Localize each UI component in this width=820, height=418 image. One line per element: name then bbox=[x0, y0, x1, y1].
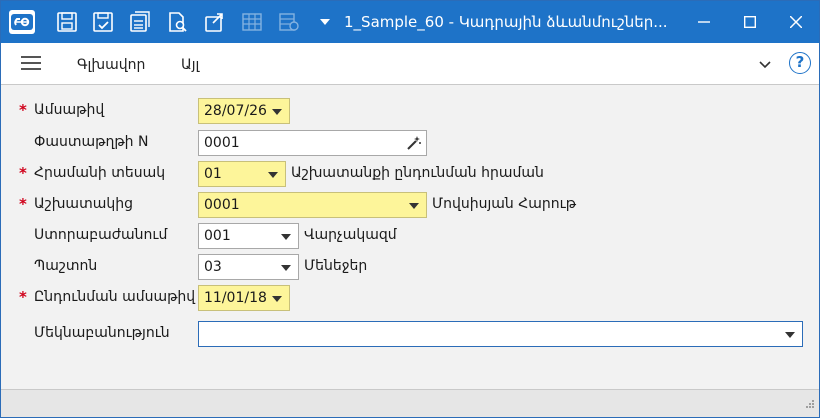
title-bar: 1_Sample_60 - Կադրային ձևանմուշներ... bbox=[1, 1, 819, 43]
resize-grip-icon[interactable] bbox=[805, 397, 815, 413]
employee-value: 0001 bbox=[204, 197, 240, 213]
hire-date-value: 11/01/18 bbox=[204, 290, 267, 306]
position-name: Մենեջեր bbox=[304, 258, 368, 274]
document-number-label: Փաստաթղթի N bbox=[34, 134, 149, 150]
help-icon[interactable]: ? bbox=[789, 52, 811, 74]
save-check-icon[interactable] bbox=[91, 11, 115, 33]
dropdown-arrow-icon[interactable] bbox=[785, 332, 795, 338]
form-row-date: * Ամսաթիվ 28/07/26 bbox=[1, 98, 819, 124]
position-field[interactable]: 03 bbox=[198, 254, 299, 280]
quick-access-dropdown-icon[interactable] bbox=[319, 16, 331, 28]
department-value: 001 bbox=[204, 228, 231, 244]
form-row-comment: Մեկնաբանություն bbox=[1, 321, 819, 347]
dropdown-arrow-icon[interactable] bbox=[272, 109, 282, 115]
employee-name: Մովսիսյան Հարութ bbox=[432, 196, 577, 212]
hire-date-field[interactable]: 11/01/18 bbox=[198, 285, 290, 311]
dropdown-arrow-icon[interactable] bbox=[268, 172, 278, 178]
document-search-icon[interactable] bbox=[166, 11, 190, 33]
document-number-field[interactable]: 0001 bbox=[198, 130, 427, 156]
form-row-position: Պաշտոն 03 Մենեջեր bbox=[1, 254, 819, 280]
department-name: Վարչակազմ bbox=[304, 227, 397, 243]
dropdown-arrow-icon[interactable] bbox=[409, 203, 419, 209]
employee-field[interactable]: 0001 bbox=[198, 192, 427, 218]
dropdown-arrow-icon[interactable] bbox=[281, 265, 291, 271]
order-type-field[interactable]: 01 bbox=[198, 161, 286, 187]
department-field[interactable]: 001 bbox=[198, 223, 299, 249]
document-number-value: 0001 bbox=[204, 135, 240, 151]
required-marker: * bbox=[19, 195, 27, 213]
table-icon[interactable] bbox=[240, 11, 264, 33]
status-bar bbox=[1, 389, 819, 417]
comment-label: Մեկնաբանություն bbox=[34, 325, 170, 341]
app-logo-icon bbox=[9, 10, 35, 34]
magic-wand-icon[interactable] bbox=[406, 135, 422, 155]
document-form: * Ամսաթիվ 28/07/26 Փաստաթղթի N 0001 * Հր… bbox=[1, 85, 819, 389]
employee-label: Աշխատակից bbox=[34, 196, 133, 212]
date-field[interactable]: 28/07/26 bbox=[198, 98, 290, 124]
hamburger-menu-icon[interactable] bbox=[21, 56, 41, 72]
form-row-employee: * Աշխատակից 0001 Մովսիսյան Հարութ bbox=[1, 192, 819, 218]
required-marker: * bbox=[19, 164, 27, 182]
form-row-hire-date: * Ընդունման ամսաթիվ 11/01/18 bbox=[1, 285, 819, 311]
window-title: 1_Sample_60 - Կադրային ձևանմուշներ... bbox=[344, 13, 668, 31]
dropdown-arrow-icon[interactable] bbox=[281, 234, 291, 240]
dropdown-arrow-icon[interactable] bbox=[272, 296, 282, 302]
form-row-document-number: Փաստաթղթի N 0001 bbox=[1, 130, 819, 156]
order-type-label: Հրամանի տեսակ bbox=[34, 165, 166, 181]
save-icon[interactable] bbox=[55, 11, 79, 33]
form-row-order-type: * Հրամանի տեսակ 01 Աշխատանքի ընդունման հ… bbox=[1, 161, 819, 187]
date-label: Ամսաթիվ bbox=[34, 102, 105, 118]
order-type-value: 01 bbox=[204, 166, 222, 182]
chevron-down-icon[interactable] bbox=[759, 58, 771, 74]
menu-bar: Գլխավոր Այլ ? bbox=[1, 43, 819, 85]
table-settings-icon[interactable] bbox=[277, 11, 301, 33]
maximize-button[interactable] bbox=[727, 1, 773, 43]
menu-item-other[interactable]: Այլ bbox=[181, 57, 199, 73]
form-row-department: Ստորաբաժանում 001 Վարչակազմ bbox=[1, 223, 819, 249]
app-window: 1_Sample_60 - Կադրային ձևանմուշներ... Գլ… bbox=[0, 0, 820, 418]
department-label: Ստորաբաժանում bbox=[34, 227, 168, 243]
position-label: Պաշտոն bbox=[34, 258, 98, 274]
date-value: 28/07/26 bbox=[204, 103, 267, 119]
required-marker: * bbox=[19, 101, 27, 119]
menu-item-main[interactable]: Գլխավոր bbox=[77, 57, 145, 73]
position-value: 03 bbox=[204, 259, 222, 275]
close-button[interactable] bbox=[773, 1, 819, 43]
required-marker: * bbox=[19, 288, 27, 306]
minimize-button[interactable] bbox=[681, 1, 727, 43]
order-type-description: Աշխատանքի ընդունման հրաման bbox=[291, 165, 544, 181]
save-list-icon[interactable] bbox=[128, 11, 152, 33]
comment-field[interactable] bbox=[198, 321, 803, 347]
export-icon[interactable] bbox=[203, 11, 227, 33]
hire-date-label: Ընդունման ամսաթիվ bbox=[34, 289, 196, 305]
